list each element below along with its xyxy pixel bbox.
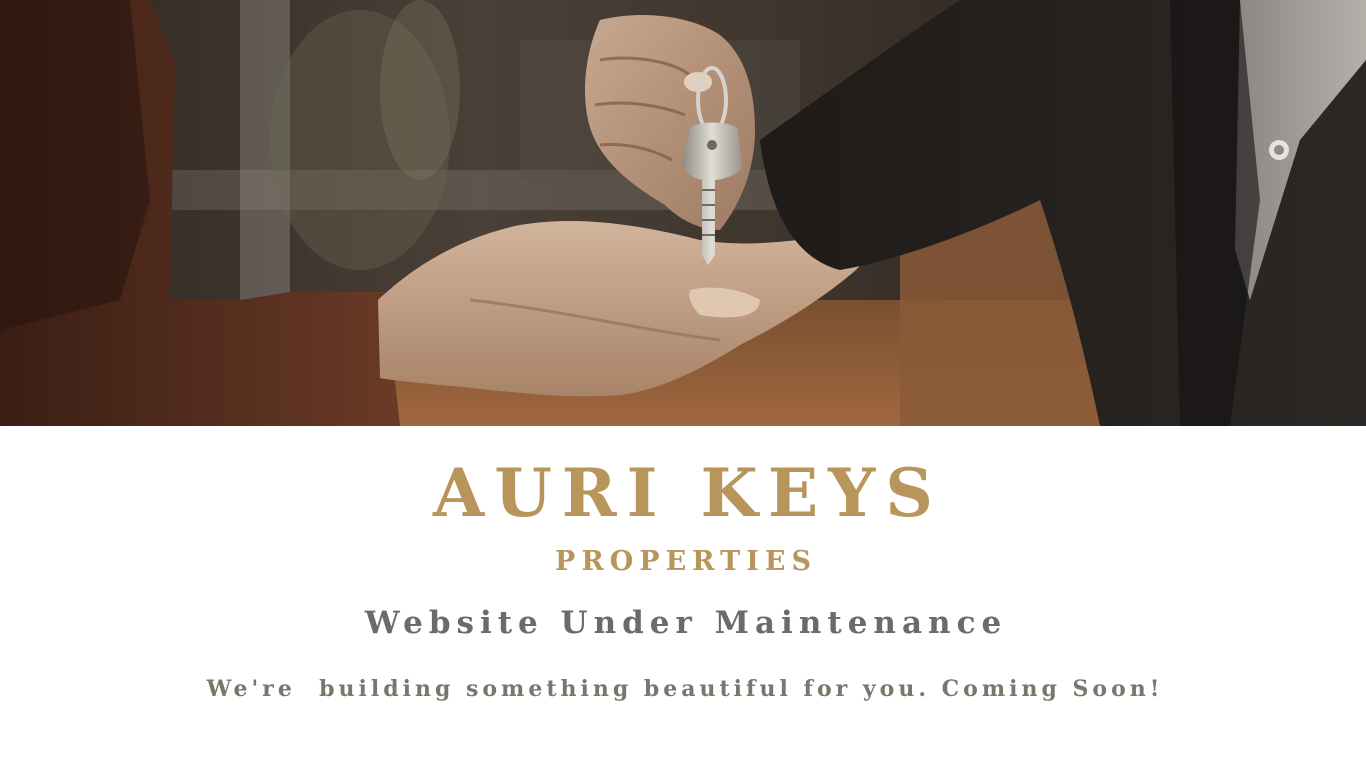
coming-soon-message: We're building something beautiful for y…	[206, 676, 1164, 702]
maintenance-heading: Website Under Maintenance	[364, 605, 1008, 641]
brand-subtitle: PROPERTIES	[555, 546, 817, 577]
key-handover-photo-icon	[0, 0, 1366, 426]
maintenance-panel: AURI KEYS PROPERTIES Website Under Maint…	[0, 426, 1366, 768]
brand-title: AURI KEYS	[433, 454, 943, 532]
hero-image	[0, 0, 1366, 426]
